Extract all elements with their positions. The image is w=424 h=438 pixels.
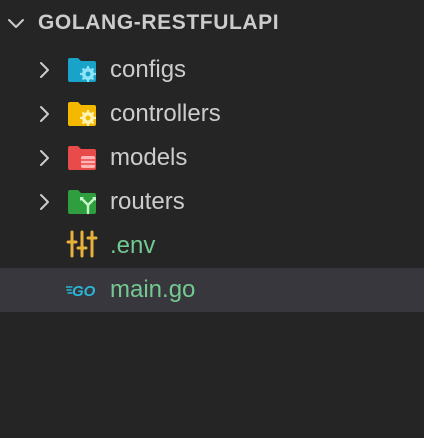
tree-item-env[interactable]: .env [0, 224, 424, 268]
chevron-down-icon[interactable] [6, 14, 26, 34]
chevron-right-icon[interactable] [36, 104, 52, 124]
go-file-icon: GO [66, 283, 96, 300]
chevron-right-icon[interactable] [36, 60, 52, 80]
tree-item-routers[interactable]: routers [0, 180, 424, 224]
tree-item-models[interactable]: models [0, 136, 424, 180]
tree-item-label: models [110, 144, 188, 171]
explorer-section-header[interactable]: GOLANG-RESTFULAPI [0, 2, 424, 46]
section-title: GOLANG-RESTFULAPI [38, 11, 280, 34]
folder-config-icon [68, 58, 96, 82]
tree-item-label: routers [110, 188, 185, 215]
tree-item-label: main.go [110, 276, 196, 303]
folder-routes-icon [68, 190, 96, 215]
env-settings-icon [66, 230, 98, 258]
svg-text:GO: GO [72, 283, 96, 300]
chevron-right-icon[interactable] [36, 192, 52, 212]
tree-item-main-go[interactable]: GO main.go [0, 268, 424, 312]
folder-database-icon [68, 146, 96, 170]
tree-item-configs[interactable]: configs [0, 48, 424, 92]
folder-controller-icon [68, 102, 96, 126]
tree-item-controllers[interactable]: controllers [0, 92, 424, 136]
tree-item-label: controllers [110, 100, 221, 127]
chevron-right-icon[interactable] [36, 148, 52, 168]
file-explorer: GOLANG-RESTFULAPI configs controllers mo… [0, 0, 424, 438]
tree-item-label: configs [110, 56, 187, 83]
tree-item-label: .env [110, 232, 156, 259]
